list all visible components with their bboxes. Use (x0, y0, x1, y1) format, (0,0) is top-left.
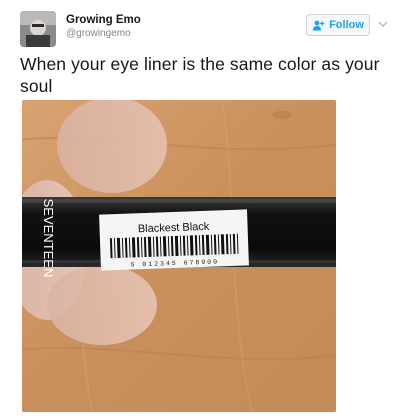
chevron-down-icon[interactable] (377, 17, 389, 29)
avatar[interactable] (20, 11, 56, 47)
tweet-photo[interactable]: SEVENTEEN Blackest Black 5 012345 678900 (22, 100, 336, 412)
brand-text: SEVENTEEN (41, 199, 56, 278)
tweet-header: Growing Emo @growingemo Follow (20, 11, 388, 47)
author-names: Growing Emo @growingemo (66, 13, 141, 41)
tweet-text: When your eye liner is the same color as… (20, 54, 380, 96)
follow-person-plus-icon (312, 20, 325, 31)
follow-button[interactable]: Follow (306, 14, 370, 36)
display-name[interactable]: Growing Emo (66, 13, 141, 27)
follow-button-label: Follow (329, 19, 364, 31)
product-label-text: Blackest Black (138, 221, 210, 236)
user-handle[interactable]: @growingemo (66, 27, 141, 41)
